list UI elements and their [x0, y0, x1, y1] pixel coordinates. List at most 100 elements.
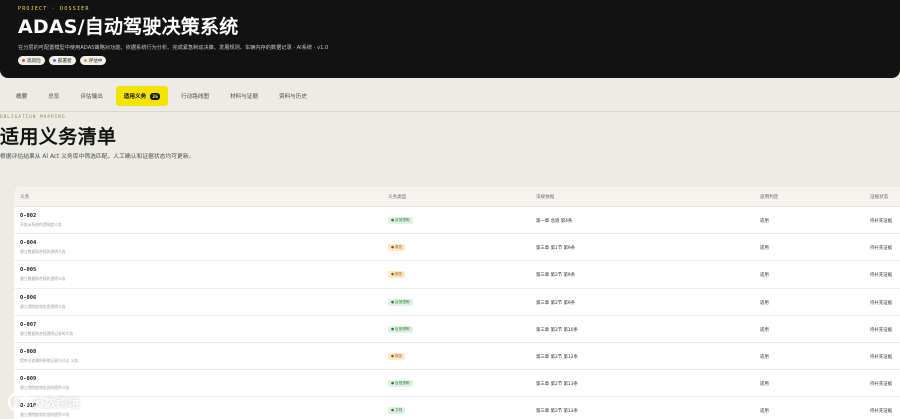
table-body: O-002 开发AI系统的透明度义务 ● 反馈透明 第一章 总则 第4条 适用 待补充证据 O… — [14, 207, 900, 419]
column-header-obligation[interactable]: 义务 — [20, 194, 29, 200]
obligation-summary: 建立数据和合规的透明义务 — [20, 249, 66, 255]
evidence-status: 待补充证据 — [870, 273, 892, 279]
obligation-type-label: 反馈透明 — [395, 299, 410, 304]
column-header-applicability[interactable]: 适用判定 — [760, 194, 778, 200]
tab-evidence[interactable]: 材料与证据 — [222, 86, 266, 106]
obligation-type-pill: ● 文档 — [388, 407, 406, 415]
role-badge: 部署者 — [48, 56, 76, 65]
section-tabs: 概要 总览 评估输出 适用义务 26 行动路线图 材料与证据 资料与历史 — [0, 84, 900, 108]
project-badges: 高风险 部署者 评估中 — [18, 56, 882, 65]
legal-clause: 第三章 第2节 第9条 — [536, 300, 576, 306]
column-header-type[interactable]: 义务类型 — [388, 194, 406, 200]
table-row[interactable]: O-004 建立数据和合规的透明义务 ● 报告 第三章 第1节 第9条 适用 待补充证据 — [14, 234, 900, 262]
table-row[interactable]: O-002 开发AI系统的透明度义务 ● 反馈透明 第一章 总则 第4条 适用 待补充证据 — [14, 207, 900, 235]
legal-clause: 第三章 第2节 第13条 — [536, 409, 578, 415]
project-eyebrow: PROJECT · DOSSIER — [18, 6, 90, 12]
obligation-id: O-008 — [20, 348, 37, 355]
tab-label: 行动路线图 — [181, 94, 209, 100]
obligation-id: O-004 — [20, 240, 37, 247]
tab-obligations[interactable]: 适用义务 26 — [115, 86, 169, 106]
evidence-status: 待补充证据 — [870, 246, 892, 252]
applicability-value: 适用 — [760, 300, 769, 306]
type-marker-icon: ● — [391, 381, 395, 386]
obligations-table: 义务 义务类型 法规依据 适用判定 证据状态 O-002 开发AI系统的透明度义务… — [14, 187, 900, 419]
tab-label: 评估输出 — [80, 94, 103, 100]
obligation-type-label: 报告 — [395, 353, 403, 358]
type-marker-icon: ● — [391, 408, 395, 413]
tab-label: 适用义务 — [123, 94, 147, 100]
type-marker-icon: ● — [391, 299, 395, 304]
obligation-type-pill: ● 反馈透明 — [388, 325, 413, 333]
table-row[interactable]: O-009 建立透明度和信息的提供义务 ● 反馈透明 第三章 第2节 第13条 适用 待补充… — [14, 370, 900, 398]
section-description: 根据评估结果从 AI Act 义务库中筛选匹配。人工确认和证据状态均可更新。 — [0, 154, 195, 160]
obligation-summary: 开发AI系统的透明度义务 — [20, 222, 62, 227]
obligation-id: O-006 — [20, 294, 37, 301]
obligation-type-pill: ● 报告 — [388, 271, 406, 279]
obligation-id: O-007 — [20, 321, 37, 328]
legal-clause: 第三章 第1节 第9条 — [536, 246, 576, 252]
legal-clause: 第三章 第2节 第10条 — [536, 327, 578, 333]
role-dot-icon — [52, 59, 56, 62]
obligation-type-pill: ● 反馈透明 — [388, 217, 413, 224]
obligation-type-label: 反馈透明 — [395, 218, 410, 222]
applicability-value: 适用 — [760, 382, 769, 388]
obligation-type-label: 反馈透明 — [395, 326, 410, 331]
column-header-evidence[interactable]: 证据状态 — [870, 194, 888, 200]
legal-clause: 第三章 第2节 第13条 — [536, 382, 578, 388]
evidence-status: 待补充证据 — [870, 409, 892, 415]
tab-label: 材料与证据 — [230, 94, 258, 100]
tab-label: 资料与历史 — [278, 94, 307, 100]
risk-dot-icon — [22, 59, 25, 62]
page-title: 适用义务清单 — [0, 126, 117, 148]
tab-summary[interactable]: 总览 — [40, 86, 67, 106]
tab-count-badge: 26 — [150, 92, 161, 100]
table-row[interactable]: O-006 建立透明度和信息透明义务 ● 反馈透明 第三章 第2节 第9条 适用 待补充证据 — [14, 289, 900, 316]
legal-clause: 第三章 第2节 第12条 — [536, 354, 578, 360]
project-header: PROJECT · DOSSIER ADAS/自动驾驶决策系统 在分层的可配置模… — [0, 0, 900, 78]
obligation-summary: 建立透明度和信息的提供义务 — [20, 385, 70, 391]
applicability-value: 适用 — [760, 273, 769, 279]
table-row[interactable]: O-007 建立数据和合规透明记录的义务 ● 反馈透明 第三章 第2节 第10条 适用 待补… — [14, 316, 900, 343]
tab-assessment[interactable]: 评估输出 — [72, 86, 110, 106]
table-row[interactable]: O-010 建立透明度和信息的提供义务 ● 文档 第三章 第2节 第13条 适用 待补充证据 — [14, 397, 900, 419]
evidence-status: 待补充证据 — [870, 327, 892, 333]
obligation-summary: 提供可追溯的系统记录与日志 义务 — [20, 357, 79, 363]
tab-label: 总览 — [48, 94, 60, 100]
role-badge-label: 部署者 — [57, 58, 72, 64]
watermark-logo-icon: K — [8, 392, 28, 412]
tab-roadmap[interactable]: 行动路线图 — [173, 86, 217, 106]
applicability-value: 适用 — [760, 327, 769, 333]
tabs-divider — [0, 111, 900, 112]
tab-overview[interactable]: 概要 — [8, 86, 35, 106]
obligation-type-pill: ● 报告 — [388, 352, 406, 360]
applicability-value: 适用 — [760, 246, 769, 252]
table-header: 义务 义务类型 法规依据 适用判定 证据状态 — [14, 187, 900, 207]
obligation-type-label: 报告 — [395, 245, 403, 250]
watermark: K 大数跨境 — [8, 392, 80, 412]
status-dot-icon — [83, 59, 87, 62]
status-badge: 评估中 — [79, 56, 107, 65]
table-row[interactable]: O-005 建立数据和合规的透明义务 ● 报告 第三章 第2节 第9条 适用 待补充证据 — [14, 261, 900, 289]
obligation-type-label: 报告 — [395, 272, 403, 277]
status-badge-label: 评估中 — [88, 58, 103, 64]
table-row[interactable]: O-008 提供可追溯的系统记录与日志 义务 ● 报告 第三章 第2节 第12条 适用 待补… — [14, 343, 900, 371]
applicability-value: 适用 — [760, 219, 769, 224]
tab-history[interactable]: 资料与历史 — [271, 86, 315, 106]
column-header-clause[interactable]: 法规依据 — [536, 194, 554, 200]
applicability-value: 适用 — [760, 354, 769, 360]
obligation-type-pill: ● 报告 — [388, 244, 406, 252]
obligation-type-label: 文档 — [395, 408, 403, 413]
project-subtitle: 在分层的可配置模型中使用ADAS策略对功能、依据系统行为分析、完成紧急制动决策、… — [18, 45, 329, 51]
type-marker-icon: ● — [391, 272, 395, 277]
applicability-value: 适用 — [760, 409, 769, 415]
risk-badge-label: 高风险 — [27, 58, 41, 64]
project-title: ADAS/自动驾驶决策系统 — [18, 16, 239, 38]
type-marker-icon: ● — [391, 245, 395, 250]
obligation-summary: 建立数据和合规的透明义务 — [20, 276, 66, 282]
legal-clause: 第一章 总则 第4条 — [536, 219, 573, 224]
watermark-text: 大数跨境 — [32, 395, 81, 410]
obligation-type-pill: ● 反馈透明 — [388, 380, 413, 388]
obligation-id: O-009 — [20, 376, 37, 383]
obligation-type-label: 反馈透明 — [395, 381, 410, 386]
type-marker-icon: ● — [391, 218, 395, 222]
